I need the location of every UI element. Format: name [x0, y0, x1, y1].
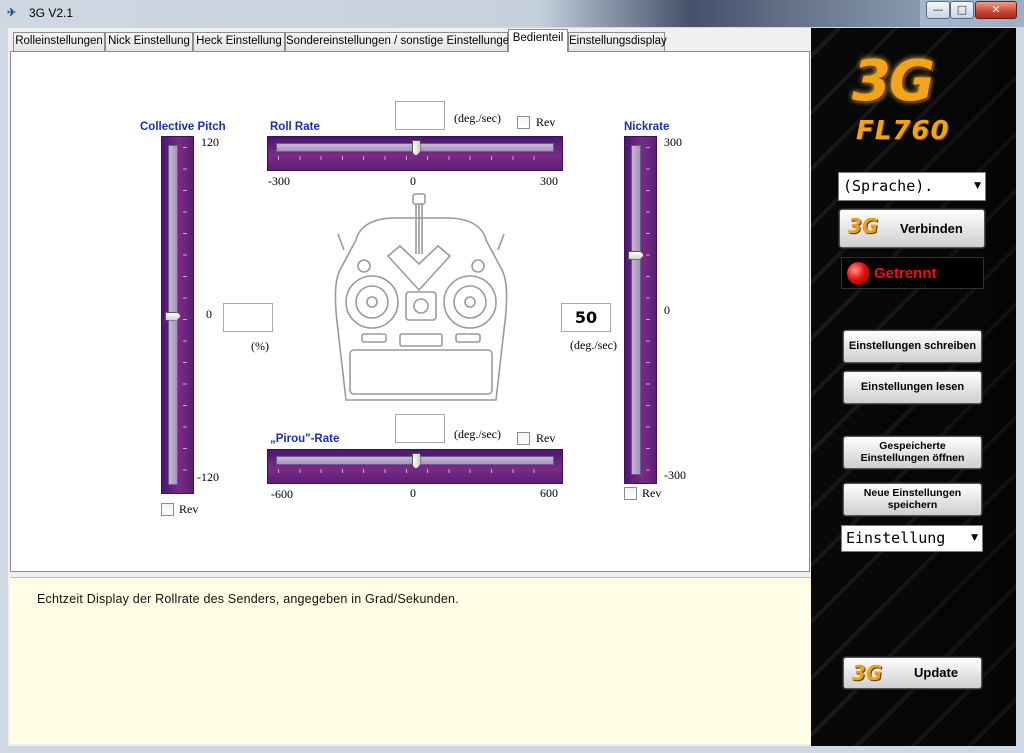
read-settings-button[interactable]: Einstellungen lesen	[843, 371, 982, 404]
pirou-rate-max: 600	[540, 486, 558, 500]
tab-bedienteil[interactable]: Bedienteil	[508, 29, 568, 52]
title-bar-decoration	[540, 0, 920, 27]
collective-pitch-thumb[interactable]	[165, 311, 181, 321]
nickrate-max: 300	[664, 135, 682, 149]
tab-sondereinstellungen[interactable]: Sondereinstellungen / sonstige Einstellu…	[285, 32, 516, 51]
open-button-line-2: Einstellungen öffnen	[860, 452, 965, 464]
pirou-rate-value-field[interactable]	[395, 414, 445, 443]
update-button-label: Update	[914, 665, 959, 680]
model-logo: FL760	[856, 116, 950, 146]
open-saved-settings-button[interactable]: Gespeicherte Einstellungen öffnen	[843, 436, 982, 469]
nickrate-thumb[interactable]	[628, 250, 644, 260]
brand-logo-small: 3G	[848, 214, 879, 238]
nickrate-value-field[interactable]: 50	[561, 303, 611, 332]
nickrate-caption: Nickrate	[624, 121, 670, 133]
roll-rate-rev-label: Rev	[536, 115, 556, 129]
collective-pitch-rev-label: Rev	[179, 502, 199, 516]
pirou-rate-caption: „Pirou"-Rate	[270, 433, 340, 445]
roll-rate-caption: Roll Rate	[270, 121, 320, 133]
collective-pitch-slider[interactable]	[161, 136, 194, 494]
connect-button[interactable]: 3G Verbinden	[839, 209, 985, 248]
title-bar[interactable]	[0, 0, 1024, 27]
pirou-rate-slider[interactable]	[267, 449, 563, 484]
nickrate-rev-checkbox[interactable]	[624, 487, 637, 500]
collective-pitch-caption: Collective Pitch	[140, 121, 226, 133]
help-text: Echtzeit Display der Rollrate des Sender…	[37, 592, 459, 606]
roll-rate-min: -300	[268, 174, 290, 188]
roll-rate-mid: 0	[410, 174, 416, 188]
roll-rate-slider[interactable]	[267, 136, 563, 171]
save-button-line-2: speichern	[887, 499, 938, 511]
open-button-line-1: Gespeicherte	[879, 440, 946, 452]
collective-pitch-unit: (%)	[251, 339, 269, 353]
roll-rate-thumb[interactable]	[411, 140, 421, 156]
nickrate-mid: 0	[664, 303, 670, 317]
save-button-line-1: Neue Einstellungen	[863, 487, 962, 499]
minimize-button[interactable]: —	[926, 1, 950, 19]
collective-pitch-min: -120	[197, 470, 219, 484]
tab-nick-einstellung[interactable]: Nick Einstellung	[105, 32, 193, 51]
connect-button-label: Verbinden	[900, 221, 963, 236]
roll-rate-rev-checkbox[interactable]	[517, 116, 530, 129]
pirou-rate-unit: (deg./sec)	[454, 427, 501, 441]
language-select-value: (Sprache).	[843, 177, 934, 195]
brand-logo-small: 3G	[852, 661, 883, 685]
tab-rolleinstellungen[interactable]: Rolleinstellungen	[13, 32, 105, 51]
close-button[interactable]: ✕	[975, 1, 1017, 19]
collective-pitch-value-field[interactable]	[223, 303, 273, 332]
setting-select-value: Einstellung	[846, 529, 946, 547]
save-new-settings-button[interactable]: Neue Einstellungen speichern	[843, 483, 982, 516]
pirou-rate-thumb[interactable]	[411, 453, 421, 469]
window-title: 3G V2.1	[29, 6, 74, 20]
pirou-rate-rev-checkbox[interactable]	[517, 432, 530, 445]
status-led-icon	[847, 262, 870, 285]
roll-rate-max: 300	[540, 174, 558, 188]
chevron-down-icon: ▼	[971, 533, 978, 543]
app-icon: ✈	[7, 7, 17, 19]
pirou-rate-mid: 0	[410, 486, 416, 500]
help-panel: Echtzeit Display der Rollrate des Sender…	[10, 577, 811, 744]
brand-logo: 3G	[852, 49, 935, 114]
pirou-rate-min: -600	[271, 487, 293, 501]
roll-rate-unit: (deg./sec)	[454, 111, 501, 125]
write-settings-button[interactable]: Einstellungen schreiben	[843, 330, 982, 363]
collective-pitch-max: 120	[201, 135, 219, 149]
connection-status-text: Getrennt	[874, 265, 937, 282]
update-button[interactable]: 3G Update	[843, 657, 982, 689]
nickrate-slider[interactable]	[624, 136, 657, 484]
nickrate-min: -300	[664, 468, 686, 482]
nickrate-rev-label: Rev	[642, 486, 662, 500]
roll-rate-value-field[interactable]	[395, 101, 445, 130]
collective-pitch-rev-checkbox[interactable]	[161, 503, 174, 516]
maximize-button[interactable]: □	[950, 1, 974, 19]
transmitter-image	[334, 193, 508, 401]
pirou-rate-rev-label: Rev	[536, 431, 556, 445]
chevron-down-icon: ▼	[974, 181, 981, 191]
setting-select[interactable]: Einstellung ▼	[841, 525, 983, 552]
collective-pitch-mid: 0	[206, 307, 212, 321]
language-select[interactable]: (Sprache). ▼	[838, 172, 986, 201]
tab-einstellungsdisplay[interactable]: Einstellungsdisplay	[568, 32, 667, 51]
tab-heck-einstellung[interactable]: Heck Einstellung	[193, 32, 285, 51]
nickrate-unit: (deg./sec)	[570, 338, 617, 352]
tab-panel-bedienteil: Collective Pitch 120 0 -120 (%) Rev Roll…	[10, 51, 810, 572]
